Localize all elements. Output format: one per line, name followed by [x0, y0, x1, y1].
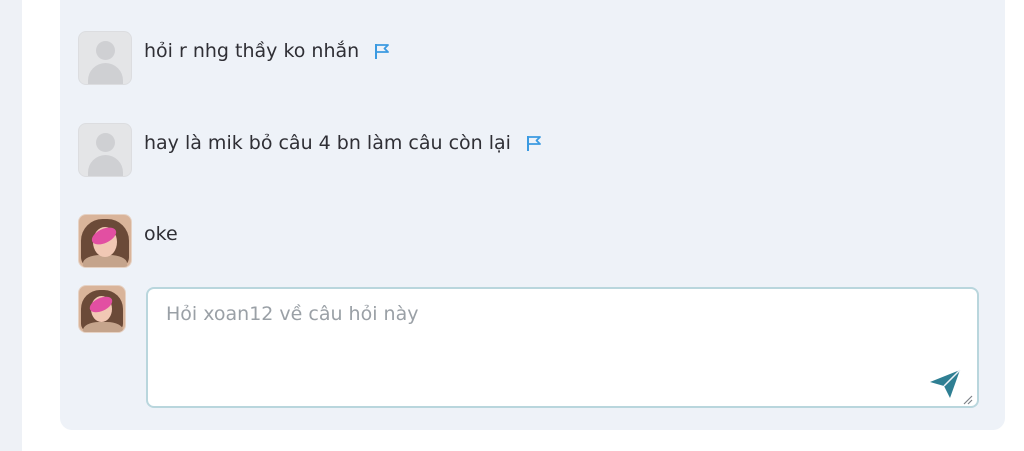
comment-item: hay là mik bỏ câu 4 bn làm câu còn lại — [78, 123, 543, 177]
left-rail — [0, 0, 22, 451]
flag-icon[interactable] — [525, 134, 543, 152]
comment-item: hỏi r nhg thầy ko nhắn — [78, 31, 391, 85]
comment-text: hay là mik bỏ câu 4 bn làm câu còn lại — [144, 132, 511, 154]
comment-text: oke — [144, 223, 178, 245]
default-user-avatar[interactable] — [78, 31, 132, 85]
user-photo-avatar[interactable] — [78, 214, 132, 268]
comment-text: hỏi r nhg thầy ko nhắn — [144, 40, 360, 62]
resize-handle[interactable] — [961, 393, 973, 405]
flag-icon[interactable] — [373, 42, 391, 60]
composer-avatar-wrap — [78, 285, 126, 333]
question-input[interactable] — [146, 287, 979, 408]
comment-item: oke — [78, 214, 178, 268]
send-icon[interactable] — [928, 368, 962, 400]
default-user-avatar[interactable] — [78, 123, 132, 177]
current-user-avatar — [78, 285, 126, 333]
